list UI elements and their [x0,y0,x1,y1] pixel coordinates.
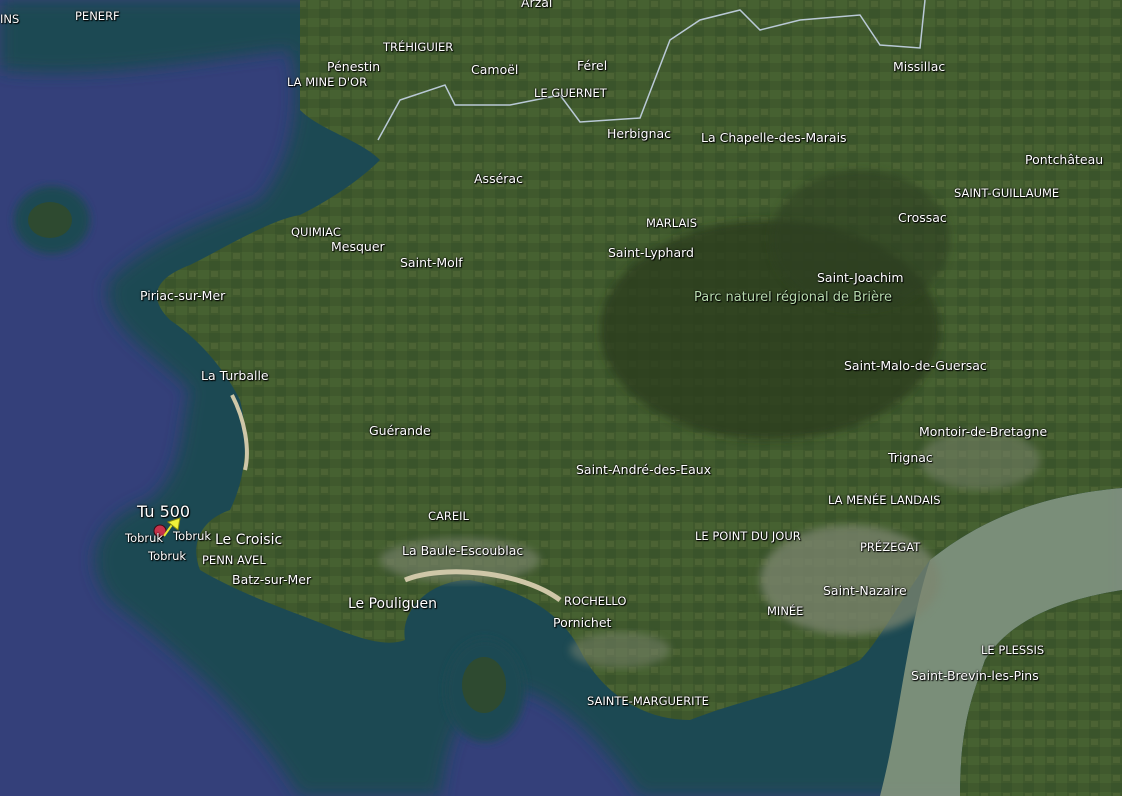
place-sainte-marguerite: SAINTE-MARGUERITE [587,694,709,708]
place-penestin: Pénestin [327,59,381,74]
place-saint-guillaume: SAINT-GUILLAUME [954,186,1060,200]
place-trignac: Trignac [888,450,933,465]
place-guerande: Guérande [369,423,431,438]
placemark-sublabel-tobruk: Tobruk [148,549,187,563]
place-saint-molf: Saint-Molf [400,255,463,270]
place-herbignac: Herbignac [607,126,672,141]
place-pornichet: Pornichet [553,615,612,630]
place-le-croisic: Le Croisic [215,532,283,548]
place-minee: MINÉE [767,604,804,618]
place-batz-sur-mer: Batz-sur-Mer [232,572,312,587]
urban-pornichet [570,632,670,668]
place-trehiguier: TRÉHIGUIER [383,40,454,54]
placemark-sublabel-tobruk: Tobruk [125,531,164,545]
satellite-map[interactable]: PENERF INS Arzal TRÉHIGUIER Pénestin LA … [0,0,1122,796]
place-le-guernet: LE GUERNET [534,86,607,100]
place-rochello: ROCHELLO [564,594,627,608]
place-montoir-de-bretagne: Montoir-de-Bretagne [919,424,1048,439]
place-la-menee-landais: LA MENÉE LANDAIS [828,493,941,507]
place-le-point-du-jour: LE POINT DU JOUR [695,529,801,543]
place-quimiac: QUIMIAC [291,225,341,239]
place-asserac: Assérac [474,171,523,186]
place-la-mine-dor: LA MINE D'OR [287,75,368,89]
place-la-turballe: La Turballe [201,368,269,383]
urban-montoir [920,430,1040,490]
place-camoel: Camoël [471,62,519,77]
place-ferel: Férel [577,58,608,73]
place-parc-naturel-briere: Parc naturel régional de Brière [694,290,893,305]
place-saint-lyphard: Saint-Lyphard [608,245,694,260]
place-marlais: MARLAIS [646,216,698,230]
place-saint-nazaire: Saint-Nazaire [823,583,907,598]
place-saint-joachim: Saint-Joachim [817,270,904,285]
place-saint-brevin-les-pins: Saint-Brevin-les-Pins [911,668,1039,683]
place-le-pouliguen: Le Pouliguen [348,596,438,612]
place-careil: CAREIL [428,509,469,523]
place-le-plessis: LE PLESSIS [981,643,1045,657]
placemark-sublabel-tobruk: Tobruk [173,529,212,543]
place-crossac: Crossac [898,210,947,225]
place-penn-avel: PENN AVEL [202,553,266,567]
place-pontchateau: Pontchâteau [1025,152,1104,167]
place-saint-malo-de-guersac: Saint-Malo-de-Guersac [844,358,987,373]
place-mesquer: Mesquer [331,239,385,254]
place-ins: INS [0,12,20,26]
place-prezegat: PRÉZEGAT [860,540,921,554]
place-missillac: Missillac [893,59,946,74]
place-la-chapelle-des-marais: La Chapelle-des-Marais [701,130,847,145]
place-la-baule-escoublac: La Baule-Escoublac [402,543,524,558]
place-penerf: PENERF [75,9,120,23]
place-piriac-sur-mer: Piriac-sur-Mer [140,288,226,303]
place-arzal: Arzal [521,0,553,10]
place-saint-andre-des-eaux: Saint-André-des-Eaux [576,462,712,477]
